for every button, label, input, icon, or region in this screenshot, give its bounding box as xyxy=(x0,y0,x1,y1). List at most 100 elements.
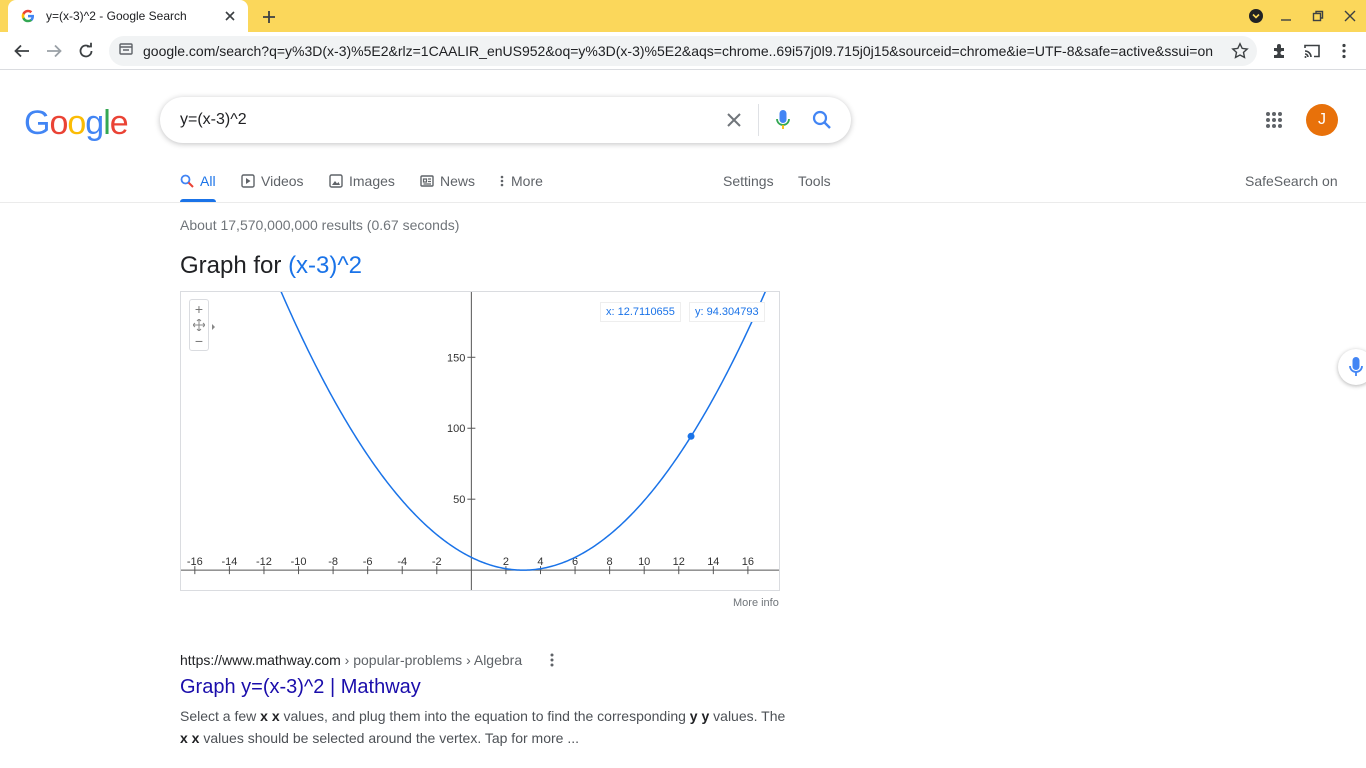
search-box xyxy=(160,97,851,143)
result-title-link[interactable]: Graph y=(x-3)^2 | Mathway xyxy=(180,676,421,699)
y-tick-label: 50 xyxy=(453,494,465,506)
x-tick-label: -6 xyxy=(363,556,373,568)
tab-label: More xyxy=(511,173,543,189)
tab-label: News xyxy=(440,173,476,189)
tab-images[interactable]: Images xyxy=(329,172,395,190)
x-tick-label: 8 xyxy=(607,556,613,568)
chrome-menu-icon[interactable] xyxy=(1334,41,1354,61)
google-favicon-icon xyxy=(20,8,36,24)
google-logo[interactable]: Google xyxy=(24,104,129,143)
search-icon xyxy=(180,174,194,188)
image-icon xyxy=(329,174,343,188)
browser-tab[interactable]: y=(x-3)^2 - Google Search xyxy=(8,0,248,32)
tab-label: Images xyxy=(349,173,395,189)
hover-point xyxy=(687,432,695,440)
x-readout: x: 12.7110655 xyxy=(600,302,681,322)
x-tick-label: -10 xyxy=(291,556,307,568)
google-apps-grid-icon[interactable] xyxy=(1262,108,1286,132)
x-tick-label: -14 xyxy=(221,556,237,568)
restore-icon[interactable] xyxy=(1309,7,1327,25)
y-readout: y: 94.304793 xyxy=(689,302,765,322)
floating-mic-icon[interactable] xyxy=(1338,349,1366,385)
x-tick-label: -2 xyxy=(432,556,442,568)
pan-move-icon[interactable] xyxy=(190,317,208,333)
bookmark-star-icon[interactable] xyxy=(1231,42,1249,60)
snippet-text: values, and plug them into the equation … xyxy=(279,708,690,724)
snippet-text: values should be selected around the ver… xyxy=(199,730,579,746)
zoom-out-icon[interactable]: − xyxy=(190,333,208,349)
close-tab-icon[interactable] xyxy=(222,8,238,24)
close-window-icon[interactable] xyxy=(1341,7,1359,25)
x-tick-label: 12 xyxy=(673,556,685,568)
new-tab-icon[interactable] xyxy=(258,6,280,28)
reload-icon[interactable] xyxy=(75,40,97,62)
tab-strip: y=(x-3)^2 - Google Search xyxy=(0,0,1366,32)
more-info-link[interactable]: More info xyxy=(733,597,779,609)
newspaper-icon xyxy=(420,174,434,188)
result-cite-url: https://www.mathway.com xyxy=(180,652,341,668)
function-graph[interactable]: -16 -14 -12 -10 -8 -6 -4 -2 2 4 6 8 10 12 14 16 50 100 150 xyxy=(180,291,780,591)
result-snippet: Select a few x x values, and plug them i… xyxy=(180,705,790,749)
x-tick-label: 16 xyxy=(742,556,754,568)
x-tick-label: -16 xyxy=(187,556,203,568)
site-info-icon[interactable] xyxy=(119,42,133,61)
tab-search-icon[interactable] xyxy=(1247,7,1265,25)
extensions-puzzle-icon[interactable] xyxy=(1270,41,1290,61)
tab-label: All xyxy=(200,173,216,189)
logo-letter: g xyxy=(85,104,104,142)
zoom-in-icon[interactable]: + xyxy=(190,301,208,317)
snippet-bold: x x xyxy=(180,730,200,746)
voice-search-mic-icon[interactable] xyxy=(771,108,795,132)
x-tick-label: -12 xyxy=(256,556,272,568)
clear-search-icon[interactable] xyxy=(722,108,746,132)
tabs-divider xyxy=(0,202,1366,203)
back-arrow-icon[interactable] xyxy=(11,40,33,62)
tab-title: y=(x-3)^2 - Google Search xyxy=(46,9,187,23)
tab-more[interactable]: More xyxy=(498,172,543,190)
search-submit-icon[interactable] xyxy=(810,108,834,132)
y-tick-label: 150 xyxy=(447,352,465,364)
logo-letter: e xyxy=(109,104,129,142)
x-tick-label: 14 xyxy=(707,556,719,568)
x-tick-label: 10 xyxy=(638,556,650,568)
search-divider xyxy=(758,104,759,136)
snippet-text: values. The xyxy=(709,708,786,724)
snippet-text: Select a few xyxy=(180,708,261,724)
result-stats: About 17,570,000,000 results (0.67 secon… xyxy=(180,217,460,233)
x-tick-label: -8 xyxy=(328,556,338,568)
forward-arrow-icon[interactable] xyxy=(43,40,65,62)
logo-letter: o xyxy=(67,104,86,142)
more-vert-icon xyxy=(498,174,506,188)
address-bar[interactable]: google.com/search?q=y%3D(x-3)%5E2&rlz=1C… xyxy=(109,36,1257,66)
x-tick-label: 4 xyxy=(537,556,543,568)
graph-zoom-controls: + − xyxy=(189,299,209,351)
logo-letter: G xyxy=(24,104,50,142)
tab-news[interactable]: News xyxy=(420,172,475,190)
snippet-bold: x x xyxy=(260,708,280,724)
tab-all[interactable]: All xyxy=(180,172,216,190)
tab-videos[interactable]: Videos xyxy=(241,172,304,190)
cast-icon[interactable] xyxy=(1302,41,1322,61)
safesearch-link[interactable]: SafeSearch on xyxy=(1245,172,1338,190)
tools-link[interactable]: Tools xyxy=(798,172,831,190)
graph-heading: Graph for (x-3)^2 xyxy=(180,252,362,280)
tab-label: Videos xyxy=(261,173,304,189)
result-options-icon[interactable] xyxy=(544,651,560,669)
y-tick-label: 100 xyxy=(447,423,465,435)
x-tick-label: 2 xyxy=(503,556,509,568)
play-icon xyxy=(241,174,255,188)
snippet-bold: y y xyxy=(689,708,710,724)
function-curve xyxy=(280,292,766,571)
settings-link[interactable]: Settings xyxy=(723,172,774,190)
url-text[interactable]: google.com/search?q=y%3D(x-3)%5E2&rlz=1C… xyxy=(143,43,1213,59)
logo-letter: o xyxy=(49,104,68,142)
result-cite[interactable]: https://www.mathway.com › popular-proble… xyxy=(180,652,522,668)
account-avatar[interactable]: J xyxy=(1306,104,1338,136)
graph-heading-function: (x-3)^2 xyxy=(288,252,362,279)
search-input[interactable] xyxy=(180,108,700,132)
pan-right-arrow-icon[interactable] xyxy=(210,319,218,330)
browser-toolbar: google.com/search?q=y%3D(x-3)%5E2&rlz=1C… xyxy=(0,32,1366,70)
graph-plot[interactable]: -16 -14 -12 -10 -8 -6 -4 -2 2 4 6 8 10 12 14 1650100150 xyxy=(181,292,779,590)
minimize-icon[interactable] xyxy=(1277,7,1295,25)
x-tick-label: -4 xyxy=(397,556,407,568)
